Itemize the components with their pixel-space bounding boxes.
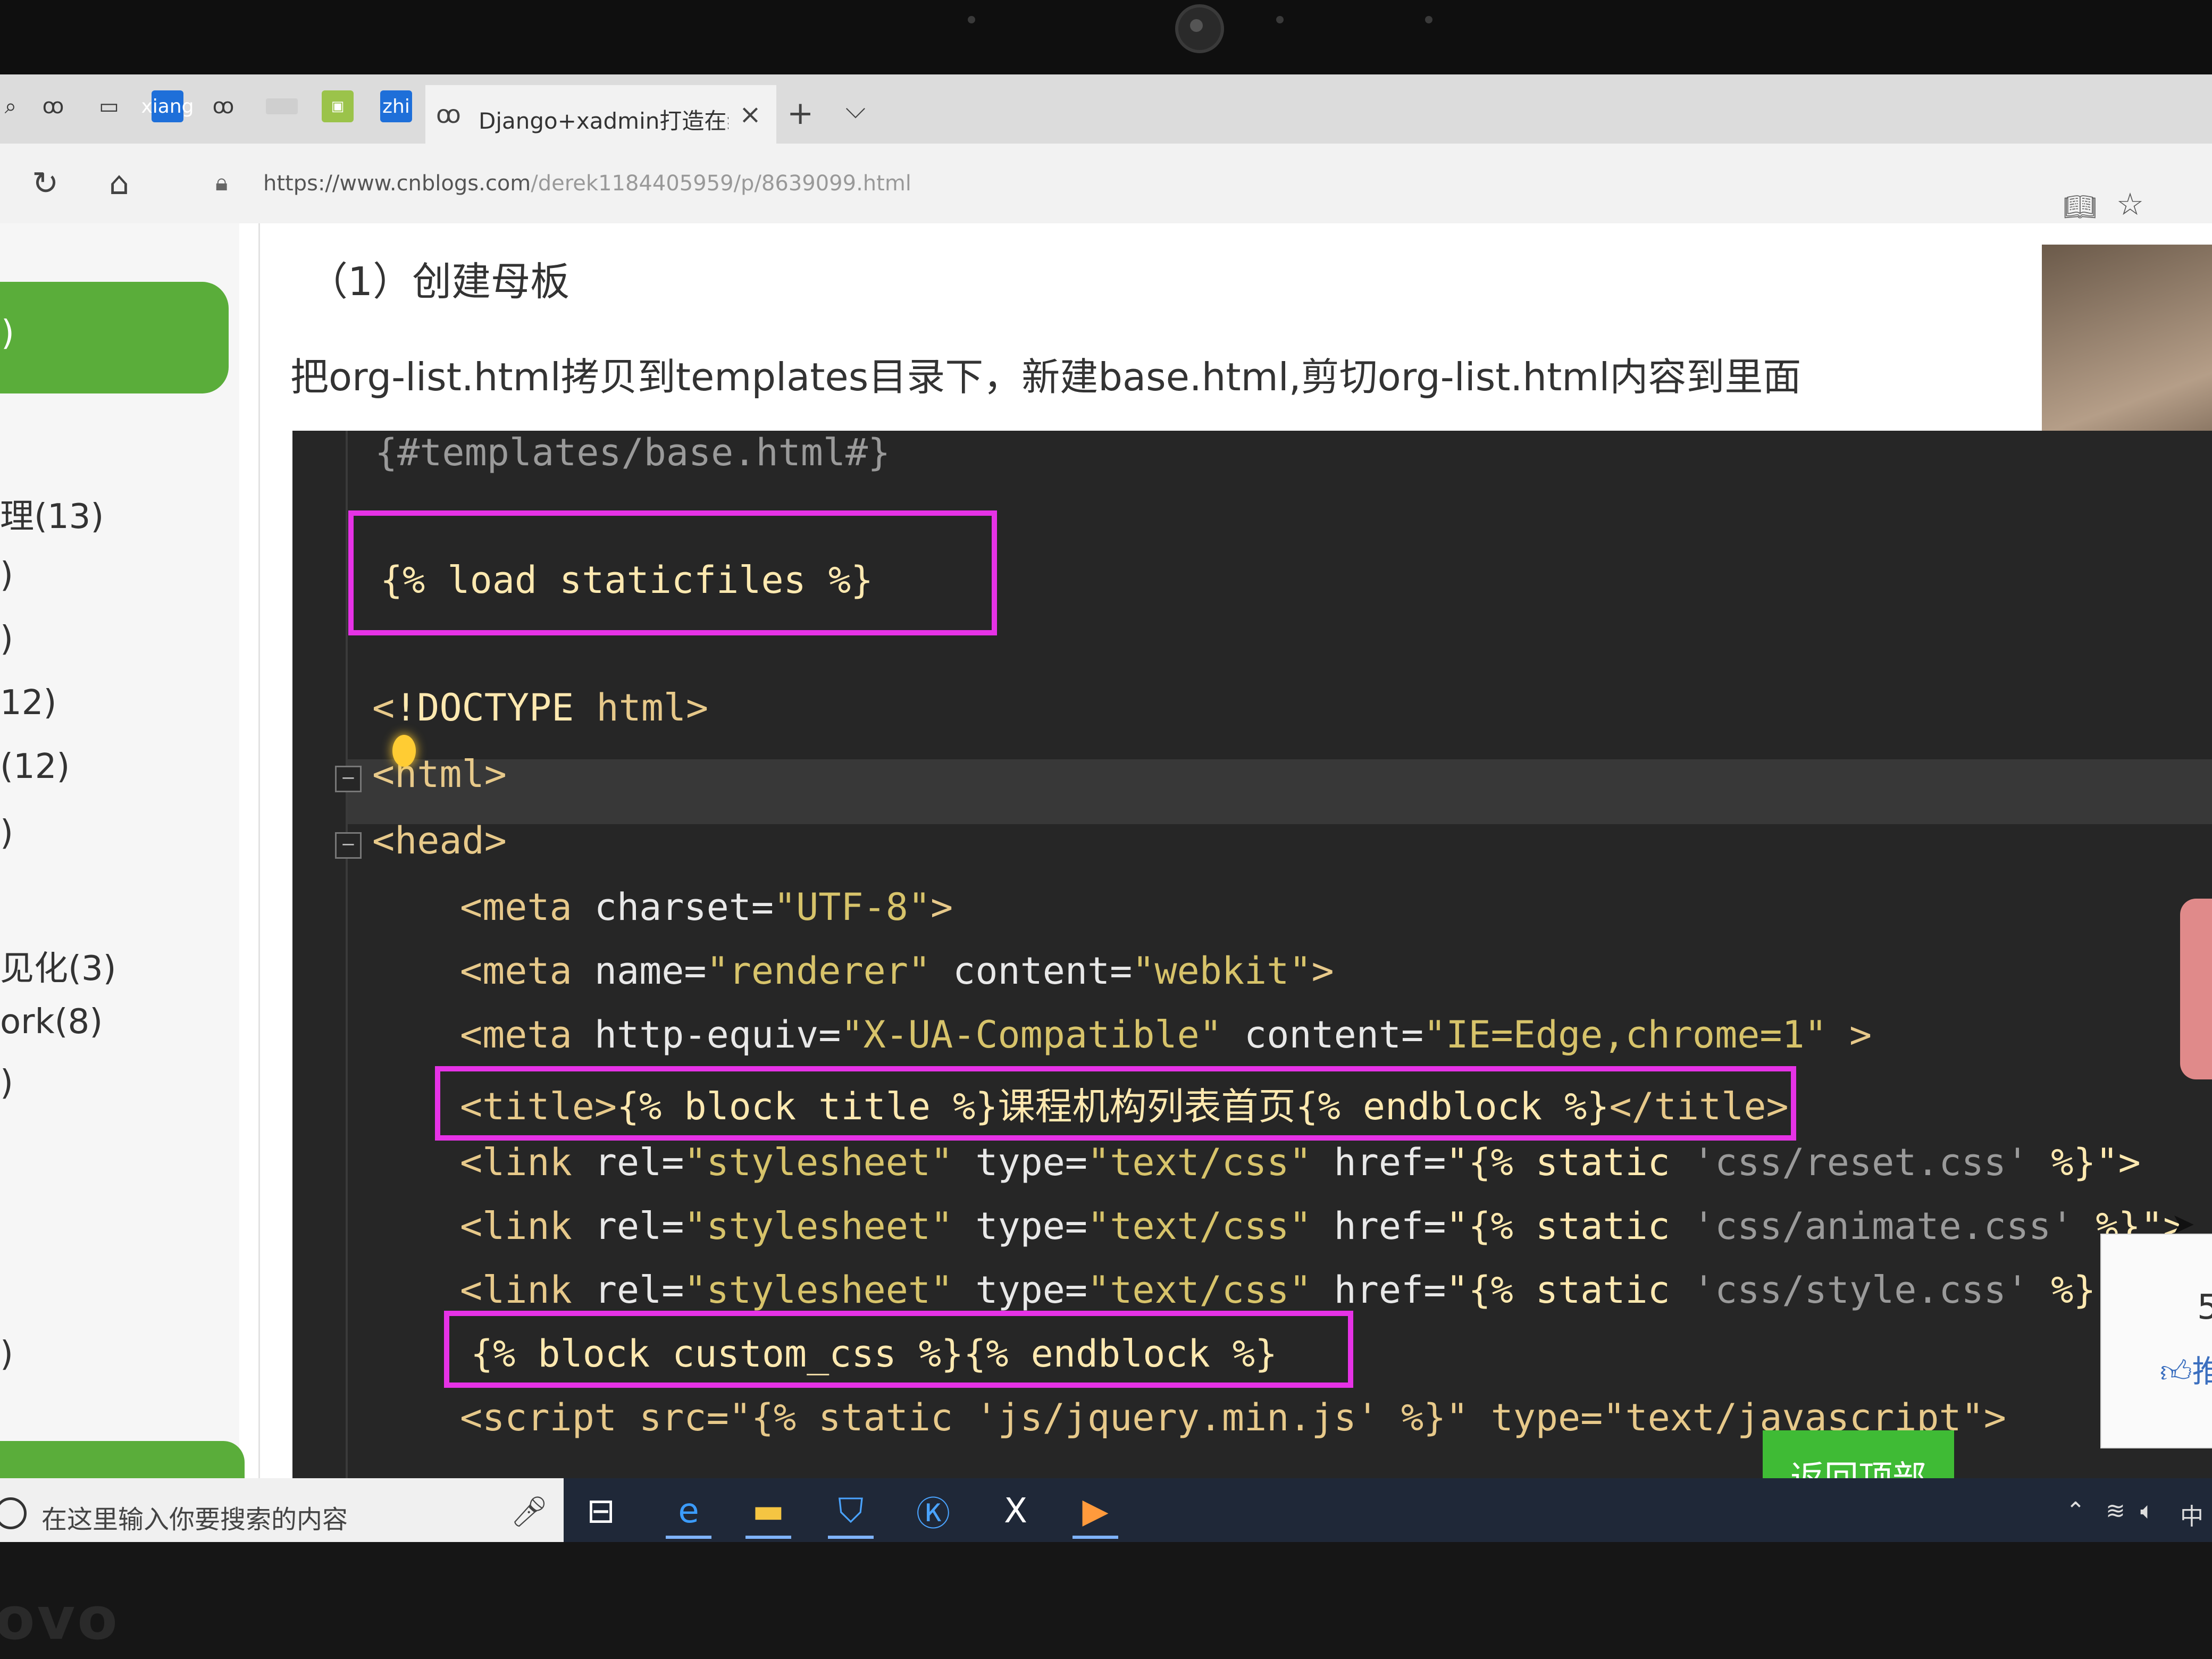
web-page: ) 理(13) ) ) 12) (12) ) 见化(3) ork(8) ) ) … [0,223,2212,1505]
code-line-7: <meta name="renderer" content="webkit"> [460,949,1334,993]
sidebar-category-pill[interactable]: ) [0,282,229,393]
code-line-3: <!DOCTYPE html> [372,686,709,730]
recommend-count: 5 [2197,1288,2212,1327]
code-line-5: <head> [372,819,507,862]
current-line-highlight [348,759,2212,824]
blank-icon[interactable] [266,98,298,114]
taskbar-search[interactable]: 在这里输入你要搜索的内容 🎤︎ [0,1478,564,1542]
tab-icon-zhi[interactable]: zhi [380,90,412,122]
wifi-icon[interactable]: ≋ [2106,1497,2125,1524]
sidebar-item[interactable]: 理(13) [0,489,104,538]
recommend-panel[interactable]: 5 👍︎推 [2100,1234,2212,1448]
excel-icon[interactable]: X [986,1486,1045,1537]
new-tab-button[interactable]: + [787,95,814,132]
code-line-6: <meta charset="UTF-8"> [460,885,953,929]
volume-icon[interactable]: 🔈︎ [2140,1497,2154,1524]
search-input[interactable]: 在这里输入你要搜索的内容 [41,1498,348,1536]
microphone-icon[interactable]: 🎤︎ [510,1494,548,1529]
section-heading: （1）创建母板 [308,259,570,305]
highlight-box-load [348,510,997,635]
laptop-bezel-bottom [0,1542,2212,1659]
security-shield-icon[interactable]: ⛉ [822,1486,880,1539]
ime-indicator[interactable]: 中 [2180,1497,2203,1531]
sensor-dot [968,16,975,23]
browser-tab-bar: ⌕ ꝏ ▭ xiang ꝏ ▣ zhi ꝏ Django+xadmin打造在线 … [0,74,2212,144]
image-icon[interactable]: ▣ [322,90,354,122]
browser-icon[interactable]: ꝏ [37,90,69,122]
browser-icon[interactable]: ⌕ [0,90,27,122]
code-line-4: <html> [372,752,507,796]
close-icon[interactable]: × [739,99,761,130]
sidebar-item[interactable]: ) [0,1063,13,1103]
code-block: − − {#templates/base.html#} {% load stat… [292,431,2212,1489]
laptop-bezel-top [0,0,2212,74]
tab-title: Django+xadmin打造在线 [479,108,728,134]
laptop-logo: ovo [0,1585,120,1653]
reading-view-icon[interactable]: 📖︎ [2063,191,2097,223]
code-line-1: {#templates/base.html#} [375,431,891,474]
sidebar-item[interactable]: ) [0,619,13,659]
fold-toggle-icon[interactable]: − [335,832,362,859]
edge-icon[interactable]: e [659,1486,718,1539]
article-paragraph: 把org-list.html拷贝到templates目录下，新建base.htm… [290,355,1802,399]
tab-icon-xiang[interactable]: xiang [141,90,194,122]
browser-icon: ꝏ [436,100,461,129]
window-icon[interactable]: ▭ [93,90,125,122]
recommend-label: 👍︎推 [2160,1353,2212,1389]
code-line-10: <link rel="stylesheet" type="text/css" h… [460,1141,2141,1184]
file-explorer-icon[interactable]: ▬ [739,1486,798,1539]
webcam [1175,4,1224,53]
photos-icon[interactable]: ▶ [1066,1486,1125,1539]
cortana-icon [0,1497,27,1529]
k-app-icon[interactable]: Ⓚ [904,1486,962,1537]
sensor-dot [1276,16,1284,23]
active-tab[interactable]: ꝏ Django+xadmin打造在线 × [425,85,776,144]
lock-icon: 🔒︎ [215,169,228,196]
sidebar-item[interactable]: ) [0,556,13,595]
sensor-dot [1425,16,1432,23]
code-line-12: <link rel="stylesheet" type="text/css" h… [460,1268,2141,1312]
address-bar-row: ↻ ⌂ 🔒︎ https://www.cnblogs.com/derek1184… [0,144,2212,224]
refresh-icon[interactable]: ↻ [32,165,58,202]
browser-icon[interactable]: ꝏ [207,90,239,122]
sidebar-item[interactable]: 12) [0,683,56,723]
chevron-down-icon[interactable]: ⌵ [845,94,866,125]
favorite-star-icon[interactable]: ☆ [2116,186,2144,222]
code-line-8: <meta http-equiv="X-UA-Compatible" conte… [460,1013,1872,1057]
chevron-up-icon[interactable]: ⌃ [2066,1497,2085,1524]
screen: ⌕ ꝏ ▭ xiang ꝏ ▣ zhi ꝏ Django+xadmin打造在线 … [0,74,2212,1542]
code-line-11: <link rel="stylesheet" type="text/css" h… [460,1204,2186,1248]
sidebar-item[interactable]: ork(8) [0,1002,103,1042]
task-view-icon[interactable]: ⊟ [572,1486,630,1537]
home-icon[interactable]: ⌂ [109,165,129,202]
highlight-box-css [444,1311,1353,1388]
divider [258,223,260,1489]
sidebar-item[interactable]: 见化(3) [0,941,116,990]
mouse-cursor-icon: ➤ [2171,1207,2196,1241]
sidebar-item[interactable]: ) [0,1335,13,1374]
side-float-button[interactable] [2180,899,2212,1079]
highlight-box-title [435,1066,1796,1141]
sidebar: ) 理(13) ) ) 12) (12) ) 见化(3) ork(8) ) ) [0,223,245,1505]
url-field[interactable]: https://www.cnblogs.com/derek1184405959/… [263,171,911,196]
windows-taskbar: 在这里输入你要搜索的内容 🎤︎ ⊟ e ▬ ⛉ Ⓚ X ▶ ⌃ ≋ 🔈︎ 中 [0,1478,2212,1542]
sidebar-item[interactable]: (12) [0,747,70,786]
code-gutter [346,431,348,1489]
lightbulb-icon [392,735,416,767]
fold-toggle-icon[interactable]: − [335,766,362,792]
sidebar-item[interactable]: ) [0,814,13,853]
